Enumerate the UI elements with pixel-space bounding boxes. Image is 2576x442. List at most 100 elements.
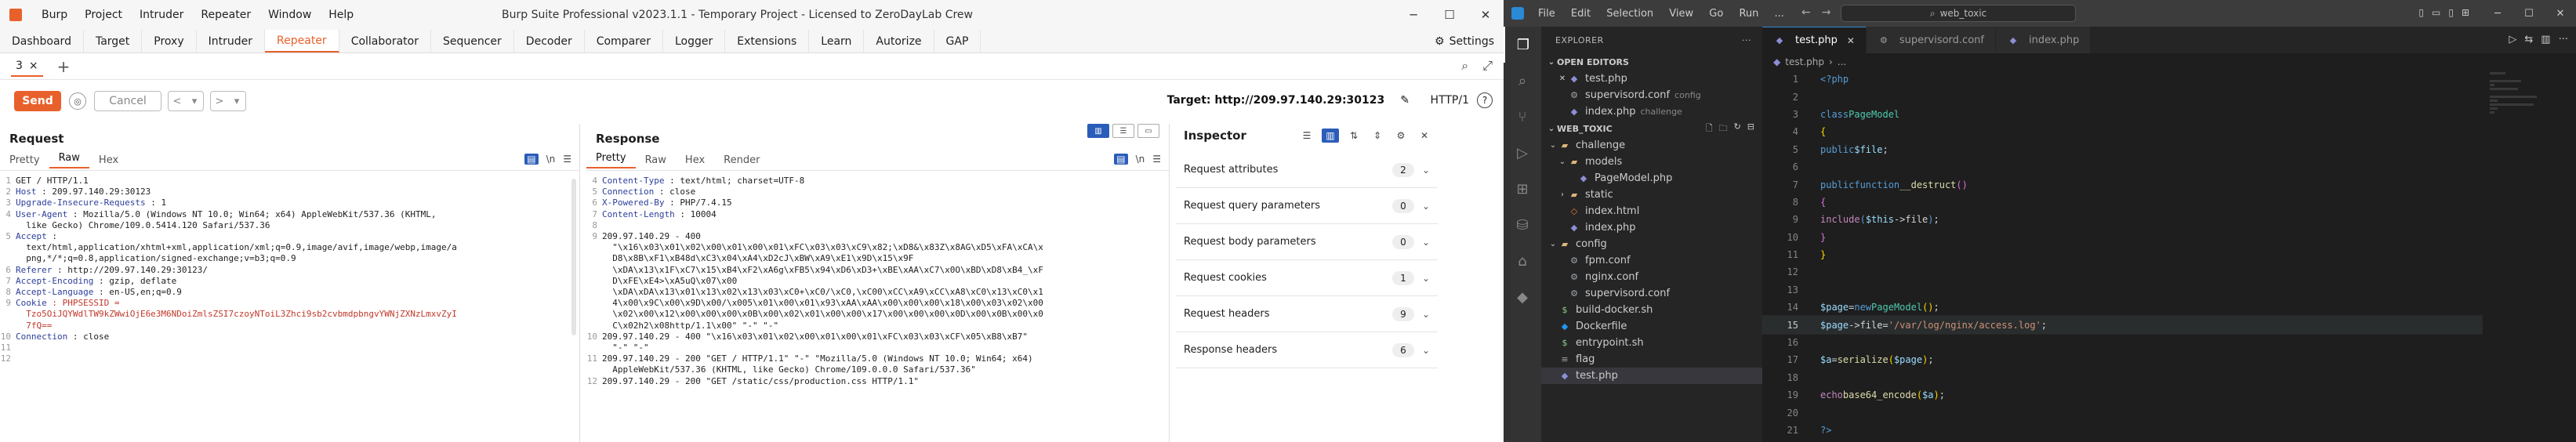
tab-comparer[interactable]: Comparer	[585, 30, 663, 53]
toggle-panel-icon[interactable]: ▭	[2432, 7, 2440, 18]
editor-tab[interactable]: ◆ test.php ✕	[1762, 27, 1867, 53]
tree-item[interactable]: ◆ Dockerfile	[1541, 318, 1762, 335]
new-folder-icon[interactable]: 🗀	[1719, 121, 1728, 136]
cancel-button[interactable]: Cancel	[94, 91, 161, 111]
toggle-secondary-icon[interactable]: ▯	[2448, 7, 2454, 18]
breadcrumb-file[interactable]: test.php	[1785, 56, 1824, 67]
tree-item[interactable]: ⌄ ▰ config	[1541, 236, 1762, 252]
command-center[interactable]: ⌕ web_toxic	[1841, 5, 2076, 22]
open-editors-section[interactable]: ⌄ OPEN EDITORS	[1541, 53, 1762, 71]
edit-target-icon[interactable]: ✎	[1400, 94, 1410, 107]
minimap[interactable]	[2490, 71, 2560, 306]
menu-icon[interactable]: ☰	[563, 154, 571, 165]
close-icon[interactable]: ✕	[2545, 0, 2576, 27]
more-actions-icon[interactable]: ···	[2559, 34, 2568, 45]
tab-proxy[interactable]: Proxy	[142, 30, 197, 53]
toggle-sidebar-icon[interactable]: ▯	[2418, 7, 2424, 18]
tree-item[interactable]: ⌄ ▰ challenge	[1541, 137, 1762, 154]
tree-item[interactable]: ⚙ nginx.conf	[1541, 269, 1762, 285]
tree-item[interactable]: ⌄ ▰ models	[1541, 154, 1762, 170]
menu-window[interactable]: Window	[259, 9, 320, 21]
tab-autorize[interactable]: Autorize	[864, 30, 934, 53]
close-icon[interactable]: ✕	[1468, 0, 1504, 30]
add-tab-button[interactable]: +	[57, 57, 71, 76]
breadcrumb-more[interactable]: ...	[1838, 56, 1846, 67]
back-arrow-icon[interactable]: ←	[1801, 6, 1811, 19]
back-dropdown-icon[interactable]: ▾	[186, 92, 203, 110]
menu-file[interactable]: File	[1532, 8, 1562, 20]
tab-logger[interactable]: Logger	[663, 30, 726, 53]
tree-item[interactable]: ◆ index.php	[1541, 219, 1762, 236]
tab-decoder[interactable]: Decoder	[514, 30, 585, 53]
menu-selection[interactable]: Selection	[1600, 8, 1660, 20]
send-options-icon[interactable]: ◎	[69, 92, 86, 110]
response-tab-pretty[interactable]: Pretty	[586, 152, 636, 168]
gear-icon[interactable]: ⚙	[1392, 129, 1410, 143]
editor-tab[interactable]: ◆ index.php	[1995, 27, 2092, 53]
close-icon[interactable]: ✕	[1416, 129, 1433, 143]
menu-intruder[interactable]: Intruder	[131, 9, 192, 21]
menu-project[interactable]: Project	[76, 9, 131, 21]
settings-button[interactable]: ⚙ Settings	[1435, 30, 1494, 53]
customize-layout-icon[interactable]: ⊞	[2462, 7, 2469, 18]
tree-item[interactable]: ◇ index.html	[1541, 203, 1762, 219]
more-actions-icon[interactable]: ···	[1742, 35, 1751, 45]
tab-collaborator[interactable]: Collaborator	[339, 30, 431, 53]
inspector-section[interactable]: Request attributes 2 ⌄	[1176, 152, 1438, 188]
refresh-icon[interactable]: ↻	[1734, 121, 1741, 136]
close-tab-icon[interactable]: ✕	[1847, 35, 1855, 46]
render-icon[interactable]: ▤	[1114, 154, 1128, 165]
response-tab-render[interactable]: Render	[714, 154, 769, 166]
open-editor-item[interactable]: ✕ ◆ test.php	[1541, 71, 1762, 87]
collapse-icon[interactable]: ⇕	[1369, 129, 1386, 143]
code-editor[interactable]: 1 <?php 2 3 class PageModel 4{ 5 public $f…	[1761, 71, 2483, 442]
http-version[interactable]: HTTP/1	[1431, 94, 1469, 107]
project-section[interactable]: ⌄ WEB_TOXIC 🗋 🗀 ↻ ⊟	[1541, 120, 1762, 137]
tree-item[interactable]: $ build-docker.sh	[1541, 302, 1762, 318]
source-control-icon[interactable]: ⑂	[1504, 99, 1541, 135]
editor-tab[interactable]: ⚙ supervisord.conf	[1866, 27, 1996, 53]
maximize-icon[interactable]: ☐	[2513, 0, 2545, 27]
menu-icon[interactable]: ☰	[1152, 154, 1161, 165]
list-icon[interactable]: ☰	[1298, 129, 1315, 143]
layout-stack-icon[interactable]: ☰	[1112, 124, 1134, 138]
request-editor[interactable]: 1 GET / HTTP/1.1 2 Host : 209.97.140.29:301…	[0, 176, 579, 442]
tree-item[interactable]: ⚙ supervisord.conf	[1541, 285, 1762, 302]
chevron-down-icon[interactable]: ⌄	[1422, 273, 1430, 284]
tab-intruder[interactable]: Intruder	[197, 30, 266, 53]
tree-item[interactable]: › ▰ static	[1541, 187, 1762, 203]
tab-extensions[interactable]: Extensions	[725, 30, 810, 53]
response-editor[interactable]: 4 Content-Type : text/html; charset=UTF-8…	[586, 176, 1169, 442]
newline-icon[interactable]: \n	[546, 154, 556, 165]
tree-item[interactable]: ◆ PageModel.php	[1541, 170, 1762, 187]
request-scrollbar[interactable]	[571, 179, 576, 335]
forward-dropdown-icon[interactable]: ▾	[228, 92, 245, 110]
chevron-down-icon[interactable]: ⌄	[1422, 237, 1430, 248]
search-icon[interactable]: ⌕	[1461, 58, 1468, 74]
new-file-icon[interactable]: 🗋	[1706, 121, 1713, 136]
run-debug-icon[interactable]: ▷	[1504, 135, 1541, 171]
newline-icon[interactable]: \n	[1136, 154, 1145, 165]
tree-item[interactable]: $ entrypoint.sh	[1541, 335, 1762, 351]
tree-item[interactable]: ≡ flag	[1541, 351, 1762, 368]
tree-item[interactable]: ⚙ fpm.conf	[1541, 252, 1762, 269]
extensions-icon[interactable]: ⊞	[1504, 171, 1541, 207]
chevron-down-icon[interactable]: ⌄	[1422, 345, 1430, 356]
menu-view[interactable]: View	[1663, 8, 1700, 20]
open-editor-item[interactable]: ◆ index.php challenge	[1541, 103, 1762, 120]
render-icon[interactable]: ▤	[524, 154, 539, 165]
tab-gap[interactable]: GAP	[934, 30, 981, 53]
request-tab-raw[interactable]: Raw	[49, 152, 89, 168]
columns-icon[interactable]: ▥	[1322, 129, 1339, 143]
forward-arrow-icon[interactable]: →	[1822, 6, 1831, 19]
inspector-section[interactable]: Request body parameters 0 ⌄	[1176, 224, 1438, 260]
repeater-tab[interactable]: 3 ×	[11, 56, 43, 77]
menu-edit[interactable]: Edit	[1565, 8, 1597, 20]
inspector-section[interactable]: Request headers 9 ⌄	[1176, 296, 1438, 332]
menu-more[interactable]: ...	[1769, 8, 1791, 20]
chevron-down-icon[interactable]: ⌄	[1422, 201, 1430, 212]
explorer-icon[interactable]: ❐	[1504, 27, 1541, 63]
inspector-section[interactable]: Response headers 6 ⌄	[1176, 332, 1438, 368]
split-editor-icon[interactable]: ▥	[2541, 34, 2550, 45]
run-icon[interactable]: ▷	[2509, 34, 2516, 45]
